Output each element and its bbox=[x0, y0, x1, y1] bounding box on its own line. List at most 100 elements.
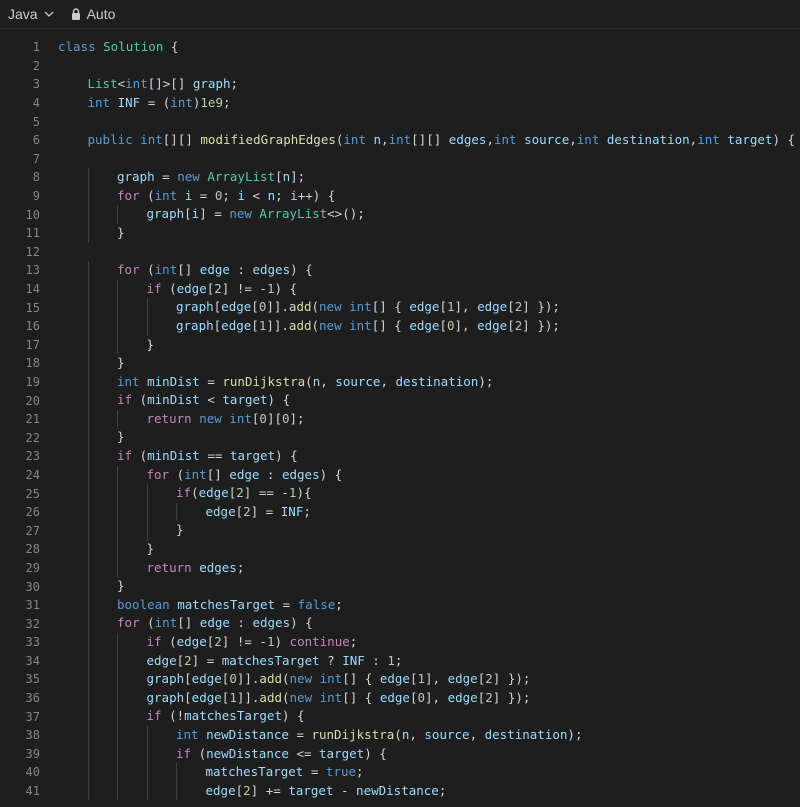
code-token: ) { bbox=[281, 708, 305, 724]
code-line[interactable]: 27} bbox=[0, 521, 800, 541]
code-line[interactable]: 32 for (int[] edge : edges) { bbox=[0, 614, 800, 633]
code-line[interactable]: 31 boolean matchesTarget = false; bbox=[0, 595, 800, 615]
code-token: ] }); bbox=[492, 671, 531, 687]
indent-guide bbox=[87, 651, 89, 671]
code-token: 0 bbox=[259, 410, 267, 426]
code-token: destination bbox=[395, 373, 479, 389]
code-line[interactable]: 35 graph[edge[0]].add(new int[] { edge[1]… bbox=[0, 670, 800, 689]
code-token: [ bbox=[176, 652, 185, 668]
line-number: 37 bbox=[25, 709, 40, 724]
code-line[interactable]: 28} bbox=[0, 540, 800, 559]
code-token: = bbox=[154, 169, 178, 185]
code-line[interactable]: 26 edge[2] = INF; bbox=[0, 502, 800, 522]
indent-guide bbox=[87, 391, 89, 410]
code-token: add bbox=[288, 317, 312, 333]
code-line[interactable]: 17} bbox=[0, 335, 800, 355]
code-token: int bbox=[154, 262, 178, 278]
code-line[interactable]: 18} bbox=[0, 354, 800, 373]
code-token: minDist bbox=[147, 448, 200, 464]
code-token: edge bbox=[146, 652, 177, 668]
code-line[interactable]: 15 graph[edge[0]].add(new int[] { edge[1]… bbox=[0, 298, 800, 317]
language-selector[interactable]: Java bbox=[8, 6, 55, 22]
code-line[interactable]: 37 if (!matchesTarget) { bbox=[0, 707, 800, 726]
code-line[interactable]: 21 return new int[0][0]; bbox=[0, 409, 800, 429]
code-token: for bbox=[117, 262, 140, 278]
code-line[interactable]: 4 int INF = (int)1e9; bbox=[0, 94, 800, 113]
code-line[interactable]: 10 graph[i] = new ArrayList<>(); bbox=[0, 205, 800, 224]
code-token: ){ bbox=[296, 485, 312, 501]
code-text: edge[2] = matchesTarget ? INF : 1; bbox=[40, 651, 402, 671]
code-token: int bbox=[697, 131, 728, 147]
code-line[interactable]: 5 bbox=[0, 112, 800, 131]
code-line[interactable]: 14 if (edge[2] != -1) { bbox=[0, 279, 800, 299]
code-line[interactable]: 22} bbox=[0, 428, 800, 448]
code-token: } bbox=[117, 429, 125, 445]
code-token: { bbox=[163, 39, 179, 54]
code-line[interactable]: 7 bbox=[0, 150, 800, 169]
code-line[interactable]: 20 if (minDist < target) { bbox=[0, 391, 800, 410]
code-line[interactable]: 24 for (int[] edge : edges) { bbox=[0, 465, 800, 485]
code-editor[interactable]: 1 class Solution {2 3 List<int[]>[] graph; 4… bbox=[0, 29, 800, 801]
code-line[interactable]: 29 return edges; bbox=[0, 558, 800, 578]
code-token: 1 bbox=[387, 652, 395, 668]
line-number: 23 bbox=[25, 449, 40, 464]
code-token: < bbox=[199, 392, 223, 408]
code-text: } bbox=[40, 428, 125, 448]
line-number: 38 bbox=[25, 728, 40, 743]
code-token: int bbox=[117, 373, 148, 389]
code-line[interactable]: 25 if(edge[2] == -1){ bbox=[0, 484, 800, 503]
line-number: 1 bbox=[32, 40, 40, 55]
code-token: graph bbox=[176, 317, 214, 333]
code-line[interactable]: 16 graph[edge[1]].add(new int[] { edge[0]… bbox=[0, 316, 800, 336]
code-line[interactable]: 8 graph = new ArrayList[n]; bbox=[0, 168, 800, 187]
code-line[interactable]: 38 int newDistance = runDijkstra(n, sourc… bbox=[0, 725, 800, 745]
code-text: return new int[0][0]; bbox=[40, 409, 305, 429]
code-line[interactable]: 9 for (int i = 0; i < n; i++) { bbox=[0, 186, 800, 206]
indent-guide bbox=[146, 725, 148, 745]
code-token: ) bbox=[274, 634, 290, 649]
code-line[interactable]: 33 if (edge[2] != -1) continue; bbox=[0, 633, 800, 652]
code-token: [] { bbox=[371, 299, 410, 315]
code-token: [] { bbox=[342, 671, 380, 687]
code-line[interactable]: 6 public int[][] modifiedGraphEdges(int n… bbox=[0, 131, 800, 150]
code-token: ) { bbox=[364, 745, 387, 761]
code-line[interactable]: 40 matchesTarget = true; bbox=[0, 763, 800, 782]
code-token: , bbox=[469, 726, 485, 742]
indent-guide bbox=[87, 614, 89, 633]
indent-guide bbox=[87, 223, 89, 243]
code-token: n bbox=[282, 169, 291, 185]
code-line[interactable]: 2 bbox=[0, 57, 800, 76]
editor-toolbar: Java Auto bbox=[0, 0, 800, 29]
indent-guide bbox=[87, 205, 89, 224]
code-line[interactable]: 34 edge[2] = matchesTarget ? INF : 1; bbox=[0, 651, 800, 671]
code-token: new int bbox=[319, 317, 372, 333]
mode-indicator[interactable]: Auto bbox=[71, 6, 115, 22]
code-token: ( bbox=[191, 745, 207, 761]
code-line[interactable]: 19 int minDist = runDijkstra(n, source, d… bbox=[0, 372, 800, 392]
code-text: int newDistance = runDijkstra(n, source,… bbox=[40, 725, 582, 745]
code-token: ( bbox=[132, 448, 148, 464]
code-text: } bbox=[40, 354, 125, 373]
code-line[interactable]: 11} bbox=[0, 223, 800, 243]
code-token: List bbox=[87, 76, 118, 92]
code-line[interactable]: 3 List<int[]>[] graph; bbox=[0, 75, 800, 94]
code-line[interactable]: 1 class Solution { bbox=[0, 38, 800, 57]
code-token: ]]. bbox=[236, 689, 260, 705]
code-token: ] }); bbox=[492, 689, 531, 705]
code-line[interactable]: 12 bbox=[0, 243, 800, 262]
code-token: : bbox=[229, 615, 253, 631]
code-line[interactable]: 39 if (newDistance <= target) { bbox=[0, 744, 800, 764]
code-line[interactable]: 36 graph[edge[1]].add(new int[] { edge[0]… bbox=[0, 688, 800, 708]
indent-guide bbox=[117, 465, 118, 485]
code-token: edges bbox=[281, 466, 320, 482]
code-token: : bbox=[259, 466, 282, 482]
code-token: ( bbox=[311, 317, 320, 333]
code-token: modifiedGraphEdges bbox=[200, 131, 336, 147]
code-line[interactable]: 30} bbox=[0, 577, 800, 596]
code-token: n bbox=[373, 131, 382, 147]
line-number: 3 bbox=[32, 77, 40, 92]
code-line[interactable]: 13 for (int[] edge : edges) { bbox=[0, 261, 800, 280]
code-token: if bbox=[176, 745, 192, 761]
code-line[interactable]: 23 if (minDist == target) { bbox=[0, 447, 800, 466]
code-line[interactable]: 41 edge[2] += target - newDistance; bbox=[0, 781, 800, 801]
